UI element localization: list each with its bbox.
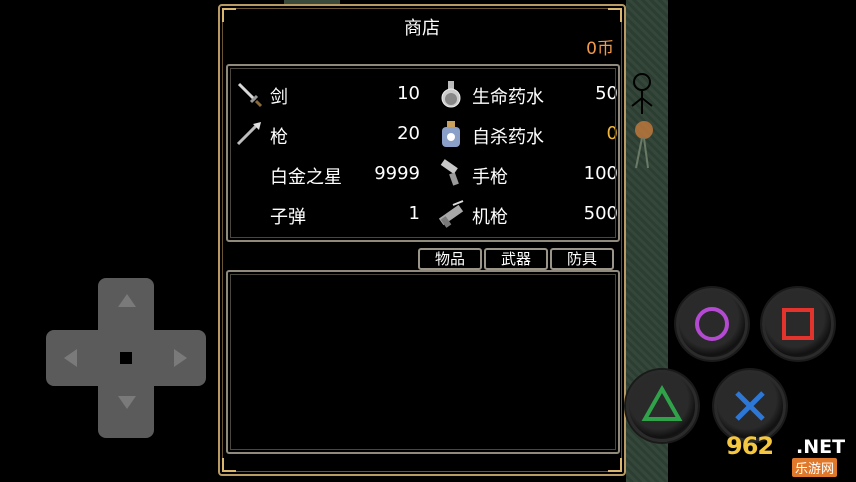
shop-item-spear[interactable]: 枪 20 (234, 116, 420, 152)
item-price: 0 (606, 123, 618, 144)
square-icon (782, 308, 814, 340)
dpad-left-button[interactable] (46, 330, 120, 386)
suicide-potion-icon (436, 119, 466, 149)
player-character (631, 73, 653, 169)
coin-balance: 0币 (586, 39, 614, 59)
item-price: 9999 (374, 163, 420, 184)
square-button[interactable] (762, 288, 834, 360)
dpad-right-button[interactable] (132, 330, 206, 386)
circle-icon (695, 307, 729, 341)
shop-items-box: 剑 10 生命药水 50 枪 20 自杀药水 0 白金之星 9999 手枪 10… (226, 64, 620, 242)
item-name: 自杀药水 (472, 127, 544, 148)
shop-item-pistol[interactable]: 手枪 100 (436, 156, 620, 192)
triangle-icon (641, 384, 683, 421)
item-price: 20 (397, 123, 420, 144)
watermark-sub: 乐游网 (792, 458, 838, 477)
item-price: 500 (583, 203, 618, 224)
tab-weapons[interactable]: 武器 (484, 248, 548, 270)
shop-item-bullet[interactable]: 子弹 1 (234, 196, 420, 232)
spear-icon (234, 119, 264, 149)
item-price: 10 (397, 83, 420, 104)
tab-armor[interactable]: 防具 (550, 248, 614, 270)
arrow-down-icon (118, 396, 136, 409)
arrow-left-icon (64, 349, 77, 367)
shop-item-machine-gun[interactable]: 机枪 500 (436, 196, 620, 232)
shop-item-platinum-star[interactable]: 白金之星 9999 (234, 156, 420, 192)
shop-title: 商店 (404, 18, 440, 39)
watermark-main: 962 (726, 432, 774, 460)
item-name: 枪 (270, 127, 288, 148)
item-name: 剑 (270, 87, 288, 108)
item-name: 生命药水 (472, 87, 544, 108)
item-name: 子弹 (270, 207, 306, 228)
item-price: 100 (583, 163, 618, 184)
frame-corner (608, 458, 622, 472)
circle-button[interactable] (676, 288, 748, 360)
watermark-net: .NET (796, 436, 846, 458)
pistol-icon (436, 159, 466, 189)
health-potion-icon (436, 79, 466, 109)
item-name: 手枪 (472, 167, 508, 188)
item-list-box (226, 270, 620, 454)
sword-icon (234, 79, 264, 109)
item-name: 机枪 (472, 207, 508, 228)
triangle-button[interactable] (626, 370, 698, 442)
item-price: 1 (408, 203, 420, 224)
machine-gun-icon (436, 199, 466, 229)
arrow-right-icon (174, 349, 187, 367)
dpad[interactable] (46, 278, 206, 438)
frame-corner (222, 458, 236, 472)
item-name: 白金之星 (270, 167, 342, 188)
tab-items[interactable]: 物品 (418, 248, 482, 270)
category-tabs: 物品 武器 防具 (418, 248, 614, 270)
watermark-logo: 962 .NET 乐游网 (722, 432, 852, 478)
shop-item-health-potion[interactable]: 生命药水 50 (436, 76, 620, 112)
shop-item-sword[interactable]: 剑 10 (234, 76, 420, 112)
shop-item-suicide-potion[interactable]: 自杀药水 0 (436, 116, 620, 152)
shop-panel: 商店 0币 剑 10 生命药水 50 枪 20 自杀药水 0 白金之星 9999… (218, 4, 626, 476)
cross-icon (735, 391, 765, 421)
arrow-up-icon (118, 294, 136, 307)
item-price: 50 (595, 83, 618, 104)
